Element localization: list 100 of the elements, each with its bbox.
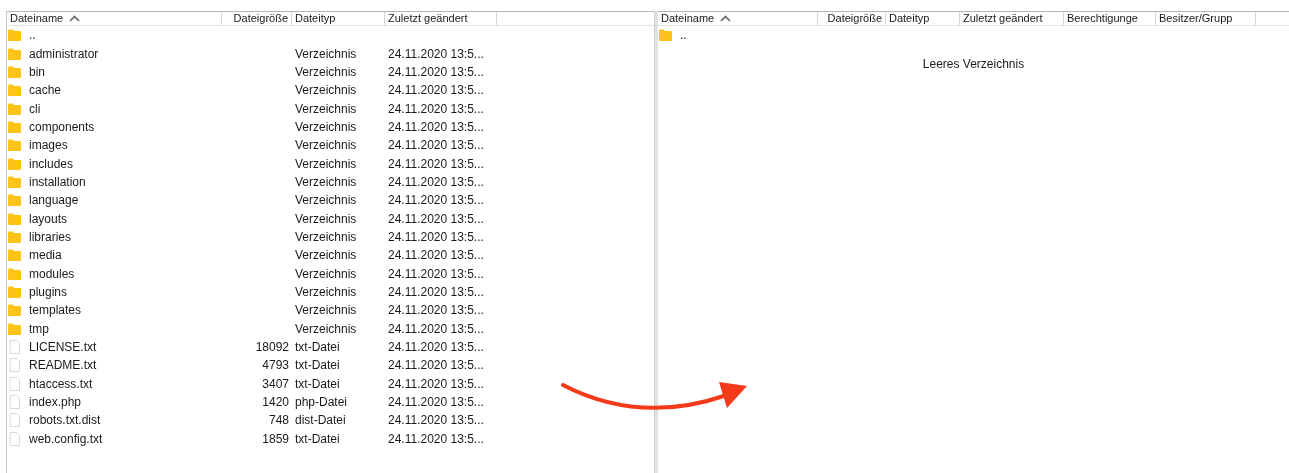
file-type: txt-Datei bbox=[295, 340, 340, 354]
file-type: Verzeichnis bbox=[295, 266, 357, 281]
folder-name[interactable]: components bbox=[29, 117, 95, 136]
file-type: Verzeichnis bbox=[295, 229, 357, 244]
modified-date: 24.11.2020 13:5... bbox=[388, 138, 484, 153]
file-type: Verzeichnis bbox=[295, 248, 357, 263]
folder-name[interactable]: language bbox=[29, 191, 79, 210]
modified-date: 24.11.2020 13:5... bbox=[388, 413, 484, 428]
modified-date: 24.11.2020 13:5... bbox=[388, 193, 484, 208]
file-name[interactable]: index.php bbox=[29, 393, 82, 412]
file-type: Verzeichnis bbox=[295, 174, 357, 189]
folder-icon bbox=[8, 230, 21, 243]
file-size: 18092 bbox=[255, 340, 289, 354]
folder-icon bbox=[8, 194, 21, 207]
folder-icon bbox=[8, 157, 21, 170]
document-icon bbox=[8, 340, 21, 354]
file-size: 3407 bbox=[262, 376, 289, 391]
file-type: Verzeichnis bbox=[295, 83, 357, 98]
folder-name[interactable]: .. bbox=[680, 26, 687, 45]
column-header[interactable]: Dateityp bbox=[295, 12, 336, 25]
file-type: Verzeichnis bbox=[295, 303, 357, 318]
folder-name[interactable]: administrator bbox=[29, 44, 99, 63]
folder-icon bbox=[8, 286, 21, 298]
column-header[interactable]: Zuletzt geändert bbox=[963, 12, 1043, 25]
folder-name[interactable]: images bbox=[29, 136, 68, 155]
file-type: Verzeichnis bbox=[295, 138, 357, 153]
file-type: Verzeichnis bbox=[295, 119, 357, 134]
folder-name[interactable]: layouts bbox=[29, 209, 68, 228]
folder-icon bbox=[8, 29, 21, 42]
folder-name[interactable]: modules bbox=[29, 264, 75, 283]
file-size: 1420 bbox=[262, 395, 289, 410]
file-name[interactable]: README.txt bbox=[29, 356, 97, 375]
folder-name[interactable]: tmp bbox=[29, 319, 49, 338]
column-header[interactable]: Dateityp bbox=[889, 12, 930, 25]
file-name[interactable]: web.config.txt bbox=[29, 429, 103, 448]
folder-icon bbox=[8, 120, 21, 133]
modified-date: 24.11.2020 13:5... bbox=[388, 211, 484, 226]
folder-icon bbox=[8, 65, 21, 78]
folder-name[interactable]: templates bbox=[29, 301, 82, 320]
modified-date: 24.11.2020 13:5... bbox=[388, 101, 484, 116]
folder-name[interactable]: media bbox=[29, 246, 62, 265]
folder-icon bbox=[8, 84, 21, 97]
folder-name[interactable]: bin bbox=[29, 62, 45, 81]
modified-date: 24.11.2020 13:5... bbox=[388, 340, 484, 354]
folder-name[interactable]: cli bbox=[29, 99, 41, 118]
file-type: txt-Datei bbox=[295, 431, 340, 446]
modified-date: 24.11.2020 13:5... bbox=[388, 303, 484, 318]
file-type: txt-Datei bbox=[295, 376, 340, 391]
file-name[interactable]: htaccess.txt bbox=[29, 374, 93, 393]
modified-date: 24.11.2020 13:5... bbox=[388, 266, 484, 281]
modified-date: 24.11.2020 13:5... bbox=[388, 358, 484, 373]
column-header[interactable]: Dateigröße bbox=[827, 12, 882, 25]
file-type: Verzeichnis bbox=[295, 46, 357, 61]
modified-date: 24.11.2020 13:5... bbox=[388, 119, 484, 134]
folder-name[interactable]: libraries bbox=[29, 227, 71, 246]
document-icon bbox=[8, 431, 21, 446]
file-name[interactable]: robots.txt.dist bbox=[29, 411, 101, 430]
modified-date: 24.11.2020 13:5... bbox=[388, 174, 484, 189]
column-header[interactable]: Dateiname bbox=[10, 12, 64, 25]
folder-icon bbox=[8, 322, 21, 335]
document-icon bbox=[8, 413, 21, 428]
document-icon bbox=[8, 376, 21, 391]
file-type: txt-Datei bbox=[295, 358, 340, 373]
file-name[interactable]: LICENSE.txt bbox=[29, 338, 97, 356]
column-header[interactable]: Dateiname bbox=[661, 12, 715, 25]
file-size: 1859 bbox=[262, 431, 289, 446]
folder-icon bbox=[8, 47, 21, 60]
modified-date: 24.11.2020 13:5... bbox=[388, 64, 484, 79]
folder-name[interactable]: plugins bbox=[29, 283, 68, 301]
column-header[interactable]: Besitzer/Grupp bbox=[1159, 12, 1233, 25]
column-header[interactable]: Zuletzt geändert bbox=[388, 12, 468, 25]
modified-date: 24.11.2020 13:5... bbox=[388, 156, 484, 171]
file-size: 4793 bbox=[262, 358, 289, 373]
folder-icon bbox=[8, 175, 21, 188]
file-type: dist-Datei bbox=[295, 413, 346, 428]
modified-date: 24.11.2020 13:5... bbox=[388, 83, 484, 98]
document-icon bbox=[8, 395, 21, 410]
folder-icon bbox=[8, 304, 21, 317]
file-size: 748 bbox=[268, 413, 289, 428]
folder-name[interactable]: includes bbox=[29, 154, 74, 173]
modified-date: 24.11.2020 13:5... bbox=[388, 248, 484, 263]
folder-name[interactable]: cache bbox=[29, 81, 62, 100]
modified-date: 24.11.2020 13:5... bbox=[388, 431, 484, 446]
modified-date: 24.11.2020 13:5... bbox=[388, 229, 484, 244]
modified-date: 24.11.2020 13:5... bbox=[388, 285, 484, 299]
column-header[interactable]: Berechtigunge bbox=[1067, 12, 1138, 25]
sort-ascending-icon bbox=[720, 15, 732, 22]
folder-name[interactable]: .. bbox=[29, 26, 36, 45]
folder-icon bbox=[8, 249, 21, 262]
file-type: Verzeichnis bbox=[295, 193, 357, 208]
column-header[interactable]: Dateigröße bbox=[233, 12, 288, 25]
modified-date: 24.11.2020 13:5... bbox=[388, 376, 484, 391]
folder-icon bbox=[8, 212, 21, 225]
folder-icon bbox=[8, 102, 21, 115]
file-type: Verzeichnis bbox=[295, 101, 357, 116]
file-type: Verzeichnis bbox=[295, 156, 357, 171]
file-type: Verzeichnis bbox=[295, 211, 357, 226]
modified-date: 24.11.2020 13:5... bbox=[388, 46, 484, 61]
folder-name[interactable]: installation bbox=[29, 172, 86, 191]
file-type: Verzeichnis bbox=[295, 285, 357, 299]
